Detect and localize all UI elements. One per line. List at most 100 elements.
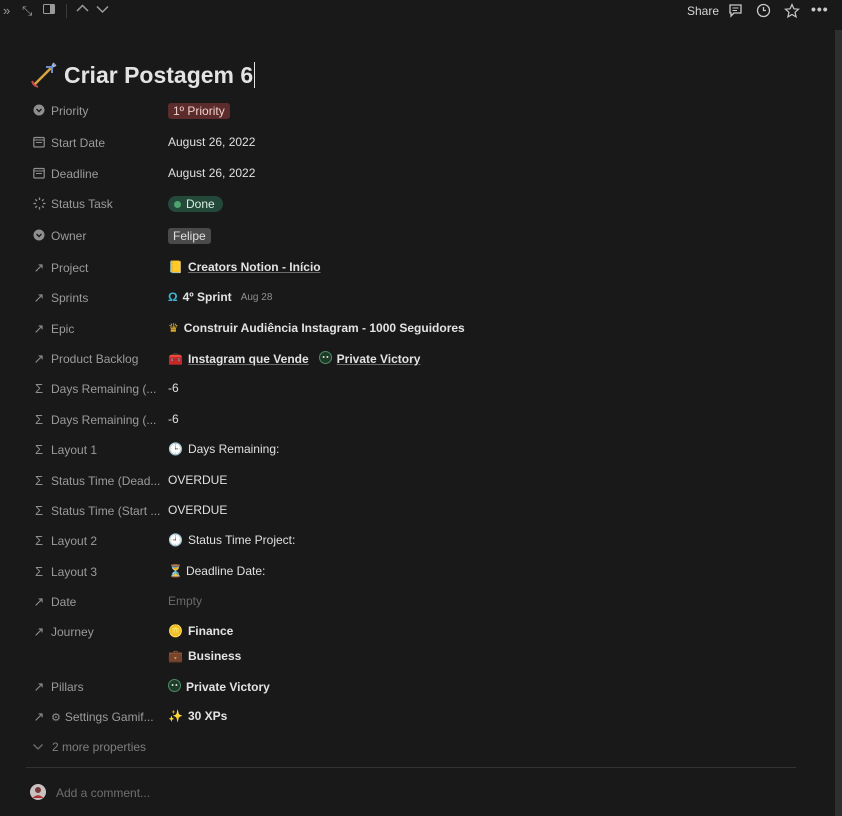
property-layout-1[interactable]: Σ Layout 1 🕒 Days Remaining: xyxy=(30,438,810,462)
status-time-value: OVERDUE xyxy=(168,503,228,517)
chevron-up-icon[interactable] xyxy=(76,3,89,19)
layout-1-text: Days Remaining: xyxy=(187,442,280,456)
priority-tag[interactable]: 1º Priority xyxy=(168,103,230,119)
property-start-date[interactable]: Start Date August 26, 2022 xyxy=(30,131,810,155)
property-label: Epic xyxy=(51,322,75,336)
relation-arrow-icon: ↗ xyxy=(33,351,45,366)
calendar-icon xyxy=(32,167,46,181)
calendar-icon xyxy=(32,136,46,150)
gear-icon: ⚙ xyxy=(51,712,61,724)
property-value[interactable]: 📒 Creators Notion - Início xyxy=(168,260,321,274)
property-label: Owner xyxy=(51,229,87,243)
property-journey[interactable]: ↗ Journey 🪙 Finance 💼 Business xyxy=(30,620,810,670)
comment-input[interactable]: Add a comment... xyxy=(56,786,150,800)
epic-link[interactable]: Construir Audiência Instagram - 1000 Seg… xyxy=(184,321,465,335)
backlog-link-2[interactable]: Private Victory xyxy=(337,352,421,366)
sprint-date: Aug 28 xyxy=(240,291,273,303)
chevron-circle-icon xyxy=(32,104,46,118)
status-badge[interactable]: Done xyxy=(168,196,223,212)
comment-icon[interactable] xyxy=(728,3,743,21)
more-icon[interactable]: ••• xyxy=(811,1,829,17)
property-label: Layout 3 xyxy=(51,565,98,579)
property-settings-gamification[interactable]: ↗ ⚙ Settings Gamif... ✨ 30 XPs xyxy=(30,705,810,729)
property-value: 🕒 Days Remaining: xyxy=(168,442,279,456)
property-status-task[interactable]: Status Task Done xyxy=(30,192,810,216)
status-icon xyxy=(32,197,46,211)
crown-icon: ♛ xyxy=(168,321,179,335)
expand-icon[interactable]: ⤡ xyxy=(22,3,32,19)
share-button[interactable]: Share xyxy=(687,4,719,18)
property-epic[interactable]: ↗ Epic ♛ Construir Audiência Instagram -… xyxy=(30,317,810,341)
property-pillars[interactable]: ↗ Pillars Private Victory xyxy=(30,675,810,699)
xp-link[interactable]: 30 XPs xyxy=(188,709,227,723)
property-status-time-start[interactable]: Σ Status Time (Start ... OVERDUE xyxy=(30,499,810,523)
property-value[interactable]: ✨ 30 XPs xyxy=(168,709,227,723)
journey-link-business[interactable]: Business xyxy=(188,649,241,663)
property-sprints[interactable]: ↗ Sprints Ω 4º Sprint Aug 28 xyxy=(30,286,810,310)
layout-3-text: Deadline Date: xyxy=(185,564,266,578)
property-project[interactable]: ↗ Project 📒 Creators Notion - Início xyxy=(30,256,810,280)
shield-face-icon xyxy=(168,679,181,695)
date-value-empty[interactable]: Empty xyxy=(168,594,202,608)
coin-icon: 🪙 xyxy=(168,624,183,638)
start-date-value[interactable]: August 26, 2022 xyxy=(168,135,255,149)
pillars-link[interactable]: Private Victory xyxy=(186,680,270,694)
property-product-backlog[interactable]: ↗ Product Backlog 🧰 Instagram que Vende … xyxy=(30,347,810,371)
star-icon[interactable] xyxy=(784,3,800,22)
property-layout-3[interactable]: Σ Layout 3 ⏳ Deadline Date: xyxy=(30,560,810,584)
property-value[interactable]: Private Victory xyxy=(168,679,270,695)
relation-arrow-icon: ↗ xyxy=(33,260,45,275)
property-value[interactable]: Ω 4º Sprint Aug 28 xyxy=(168,290,272,304)
status-dot-icon xyxy=(174,200,181,208)
sigma-icon: Σ xyxy=(34,473,44,488)
notebook-icon: 📒 xyxy=(168,260,183,274)
owner-tag[interactable]: Felipe xyxy=(168,228,211,244)
relation-arrow-icon: ↗ xyxy=(33,709,45,724)
property-owner[interactable]: Owner Felipe xyxy=(30,224,810,248)
property-value[interactable]: 🪙 Finance xyxy=(168,624,233,638)
deadline-value[interactable]: August 26, 2022 xyxy=(168,166,255,180)
omega-icon: Ω xyxy=(168,290,178,304)
property-label: Journey xyxy=(51,625,94,639)
property-label: Sprints xyxy=(51,291,89,305)
text-cursor xyxy=(254,62,256,88)
property-value[interactable]: Done xyxy=(168,196,223,212)
more-properties-toggle[interactable]: 2 more properties xyxy=(32,740,146,754)
project-link[interactable]: Creators Notion - Início xyxy=(188,260,321,274)
property-label: Priority xyxy=(51,104,89,118)
property-value[interactable]: Felipe xyxy=(168,228,211,244)
arrow-emoji-icon[interactable] xyxy=(30,61,58,89)
property-label: Days Remaining (... xyxy=(51,413,157,427)
relation-arrow-icon: ↗ xyxy=(33,290,45,305)
scrollbar[interactable] xyxy=(835,30,842,816)
property-value[interactable]: 🧰 Instagram que Vende Private Victory xyxy=(168,351,420,367)
avatar xyxy=(30,784,46,800)
property-label: Days Remaining (... xyxy=(51,382,157,396)
sigma-icon: Σ xyxy=(34,381,44,396)
sidebar-icon[interactable] xyxy=(43,3,56,19)
property-label: Product Backlog xyxy=(51,352,139,366)
chevron-down-icon[interactable] xyxy=(96,3,109,19)
property-label: Layout 2 xyxy=(51,534,98,548)
property-date[interactable]: ↗ Date Empty xyxy=(30,590,810,614)
property-deadline[interactable]: Deadline August 26, 2022 xyxy=(30,162,810,186)
property-priority[interactable]: Priority 1º Priority xyxy=(30,99,810,123)
property-value[interactable]: ♛ Construir Audiência Instagram - 1000 S… xyxy=(168,321,465,335)
backlog-link-1[interactable]: Instagram que Vende xyxy=(188,352,309,366)
layout-2-text: Status Time Project: xyxy=(187,533,296,547)
divider xyxy=(26,767,796,768)
property-status-time-deadline[interactable]: Σ Status Time (Dead... OVERDUE xyxy=(30,469,810,493)
property-label: Start Date xyxy=(51,136,106,150)
property-value[interactable]: 💼 Business xyxy=(168,649,241,663)
history-icon[interactable] xyxy=(756,3,771,21)
page-title[interactable]: Criar Postagem 6 xyxy=(64,62,253,89)
property-days-remaining-1[interactable]: Σ Days Remaining (... -6 xyxy=(30,377,810,401)
property-layout-2[interactable]: Σ Layout 2 🕘 Status Time Project: xyxy=(30,529,810,553)
double-chevron-icon[interactable]: » xyxy=(3,3,10,19)
property-days-remaining-2[interactable]: Σ Days Remaining (... -6 xyxy=(30,408,810,432)
sprint-link[interactable]: 4º Sprint xyxy=(183,290,232,304)
property-label: Status Time (Dead... xyxy=(51,474,161,488)
property-label: Date xyxy=(51,595,77,609)
property-value[interactable]: 1º Priority xyxy=(168,103,230,119)
journey-link-finance[interactable]: Finance xyxy=(188,624,233,638)
